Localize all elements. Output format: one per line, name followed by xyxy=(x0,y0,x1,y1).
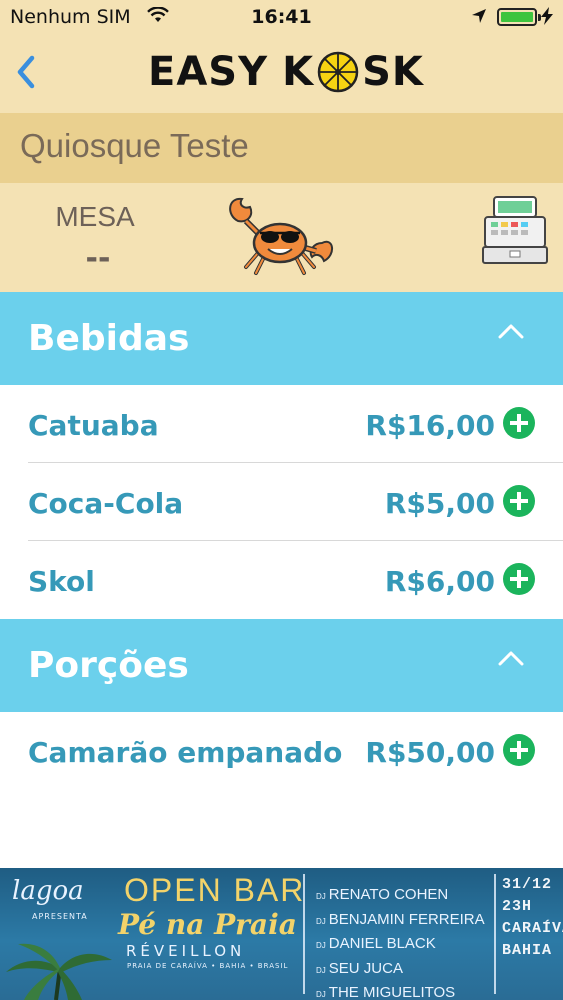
item-name: Catuaba xyxy=(28,409,159,442)
banner-state: BAHIA xyxy=(502,942,553,959)
menu-item[interactable]: Catuaba R$16,00 xyxy=(0,385,563,463)
add-item-icon[interactable] xyxy=(503,485,535,517)
location-arrow-icon xyxy=(472,9,486,23)
item-name: Skol xyxy=(28,565,95,598)
banner-date: 31/12 xyxy=(502,876,553,893)
section-header-porcoes[interactable]: Porções xyxy=(0,619,563,712)
table-info: MESA -- xyxy=(0,183,563,292)
dj-line: DJ THE MIGUELITOS xyxy=(316,984,456,1000)
item-name: Camarão empanado xyxy=(28,736,343,769)
palm-tree-image xyxy=(6,943,112,1000)
easy-kiosk-logo: EASY K SK xyxy=(148,48,424,96)
banner-time: 23H xyxy=(502,898,533,915)
event-banner-ad[interactable]: lagoa APRESENTA OPEN BAR Pé na Praia RÉV… xyxy=(0,868,563,1000)
item-price: R$50,00 xyxy=(365,736,495,769)
banner-event-name: Pé na Praia xyxy=(118,908,297,941)
status-bar: Nenhum SIM 16:41 xyxy=(0,0,563,36)
banner-city: CARAÍVA xyxy=(502,920,563,937)
banner-location: PRAIA DE CARAÍVA • BAHIA • BRASIL xyxy=(127,962,289,970)
menu-item[interactable]: Skol R$6,00 xyxy=(0,541,563,619)
app-header: Nenhum SIM 16:41 EASY K SK xyxy=(0,0,563,113)
add-item-icon[interactable] xyxy=(503,563,535,595)
chevron-left-icon[interactable] xyxy=(12,52,40,92)
section-header-bebidas[interactable]: Bebidas xyxy=(0,292,563,385)
section-title: Bebidas xyxy=(28,318,190,359)
table-label: MESA xyxy=(55,201,135,232)
banner-headline: OPEN BAR xyxy=(124,872,306,908)
crab-icon xyxy=(229,197,333,275)
banner-divider xyxy=(303,874,305,994)
beach-umbrella-icon xyxy=(317,51,359,93)
menu-item[interactable]: Coca-Cola R$5,00 xyxy=(0,463,563,541)
item-price: R$5,00 xyxy=(384,487,495,520)
banner-brand: lagoa xyxy=(12,876,84,906)
banner-divider xyxy=(494,874,496,994)
banner-dj-list: DJ RENATO COHEN DJ BENJAMIN FERREIRA DJ DAN… xyxy=(316,884,485,1000)
dj-line: DJ DANIEL BLACK xyxy=(316,935,436,952)
item-price: R$6,00 xyxy=(384,565,495,598)
cash-register-icon[interactable] xyxy=(480,193,550,267)
charging-bolt-icon xyxy=(541,7,553,25)
battery-icon xyxy=(497,8,541,26)
banner-subtitle: RÉVEILLON xyxy=(126,942,246,960)
menu-item[interactable]: Camarão empanado R$50,00 xyxy=(0,712,563,790)
banner-date-block: 31/12 23H CARAÍVA BAHIA xyxy=(502,874,563,962)
dj-line: DJ RENATO COHEN xyxy=(316,886,449,903)
section-title: Porções xyxy=(28,645,189,686)
kiosk-title-bar: Quiosque Teste xyxy=(0,113,563,183)
dj-line: DJ SEU JUCA xyxy=(316,959,403,977)
chevron-up-icon[interactable] xyxy=(497,649,525,667)
kiosk-name: Quiosque Teste xyxy=(20,127,249,164)
logo-letters-sk: SK xyxy=(362,49,424,95)
item-name: Coca-Cola xyxy=(28,487,184,520)
add-item-icon[interactable] xyxy=(503,734,535,766)
table-number: -- xyxy=(85,241,111,276)
item-price: R$16,00 xyxy=(365,409,495,442)
logo-letter-k: K xyxy=(282,49,315,95)
logo-word-easy: EASY xyxy=(148,49,269,95)
dj-line: DJ BENJAMIN FERREIRA xyxy=(316,910,485,928)
chevron-up-icon[interactable] xyxy=(497,322,525,340)
banner-presents: APRESENTA xyxy=(32,912,88,921)
add-item-icon[interactable] xyxy=(503,407,535,439)
